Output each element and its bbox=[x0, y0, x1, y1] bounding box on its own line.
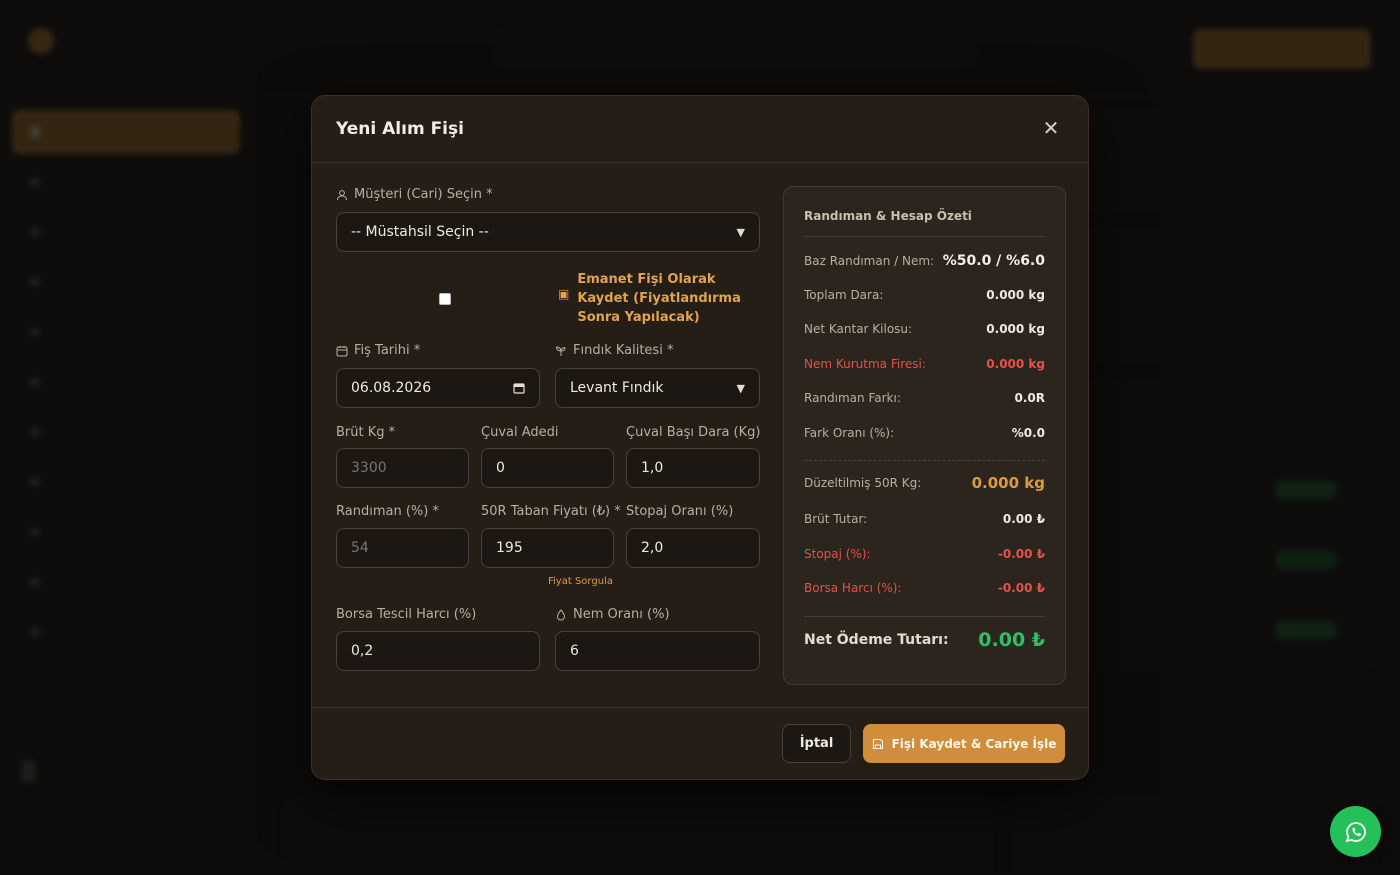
divider bbox=[804, 616, 1045, 617]
quality-label-text: Fındık Kalitesi * bbox=[573, 343, 674, 358]
summary-row-yield-diff: Randıman Farkı: 0.0R bbox=[804, 391, 1045, 405]
summary-label: Düzeltilmiş 50R Kg: bbox=[804, 476, 922, 490]
new-receipt-modal: Yeni Alım Fişi ✕ Müşteri (Cari) Seçin * … bbox=[311, 95, 1089, 780]
summary-row-total-tare: Toplam Dara: 0.000 kg bbox=[804, 288, 1045, 302]
close-icon[interactable]: ✕ bbox=[1038, 116, 1064, 142]
exchange-fee-input[interactable] bbox=[336, 631, 540, 671]
save-button-label: Fişi Kaydet & Cariye İşle bbox=[891, 736, 1057, 751]
moisture-input[interactable] bbox=[555, 631, 760, 671]
withholding-label: Stopaj Oranı (%) bbox=[626, 504, 734, 519]
emanet-option[interactable]: ▣ Emanet Fişi Olarak Kaydet (Fiyatlandır… bbox=[558, 270, 743, 327]
save-icon bbox=[872, 738, 883, 749]
yield-label: Randıman (%) * bbox=[336, 504, 439, 519]
summary-value: -0.00 ₺ bbox=[997, 581, 1045, 595]
summary-label: Net Kantar Kilosu: bbox=[804, 322, 913, 336]
date-input[interactable]: 06.08.2026 bbox=[336, 368, 540, 408]
summary-value: %50.0 / %6.0 bbox=[942, 253, 1045, 269]
summary-label: Randıman Farkı: bbox=[804, 391, 901, 405]
withholding-input[interactable] bbox=[626, 528, 760, 568]
summary-label: Toplam Dara: bbox=[804, 288, 884, 302]
summary-label: Net Ödeme Tutarı: bbox=[804, 632, 949, 648]
calendar-icon bbox=[336, 345, 348, 356]
whatsapp-icon bbox=[1345, 821, 1366, 842]
summary-label: Fark Oranı (%): bbox=[804, 426, 895, 440]
summary-row-gross-amount: Brüt Tutar: 0.00 ₺ bbox=[804, 512, 1045, 526]
summary-title: Randıman & Hesap Özeti bbox=[804, 209, 972, 223]
user-icon bbox=[337, 189, 347, 200]
customer-select-value: -- Müstahsil Seçin -- bbox=[351, 224, 489, 240]
base-price-input[interactable] bbox=[481, 528, 614, 568]
summary-row-exchange-fee: Borsa Harcı (%): -0.00 ₺ bbox=[804, 581, 1045, 595]
divider bbox=[804, 236, 1045, 237]
chevron-down-icon: ▼ bbox=[736, 381, 745, 395]
sprout-icon bbox=[555, 345, 566, 356]
summary-label: Nem Kurutma Firesi: bbox=[804, 357, 926, 371]
summary-value: -0.00 ₺ bbox=[997, 547, 1045, 561]
tare-label: Çuval Başı Dara (Kg) bbox=[626, 425, 761, 440]
droplet-icon bbox=[556, 608, 566, 620]
summary-value: 0.000 kg bbox=[986, 357, 1045, 371]
calendar-picker-icon[interactable] bbox=[513, 382, 525, 394]
quality-select-value: Levant Fındık bbox=[570, 380, 664, 396]
emanet-checkbox[interactable] bbox=[439, 293, 451, 305]
net-payment-value: 0.00 ₺ bbox=[978, 629, 1045, 651]
summary-row-withholding: Stopaj (%): -0.00 ₺ bbox=[804, 547, 1045, 561]
tare-input[interactable] bbox=[626, 448, 760, 488]
date-value: 06.08.2026 bbox=[351, 380, 432, 396]
summary-row-diff-ratio: Fark Oranı (%): %0.0 bbox=[804, 426, 1045, 440]
date-label-text: Fiş Tarihi * bbox=[354, 343, 421, 358]
cancel-button[interactable]: İptal bbox=[782, 724, 851, 763]
summary-row-base-yield: Baz Randıman / Nem: %50.0 / %6.0 bbox=[804, 253, 1045, 269]
moisture-label: Nem Oranı (%) bbox=[555, 607, 670, 622]
date-label: Fiş Tarihi * bbox=[336, 343, 420, 358]
summary-value: 0.0R bbox=[1014, 391, 1046, 405]
divider bbox=[804, 460, 1045, 461]
summary-value: 0.000 kg bbox=[986, 288, 1045, 302]
gross-kg-label: Brüt Kg * bbox=[336, 425, 396, 440]
archive-icon: ▣ bbox=[558, 287, 570, 301]
sack-count-label: Çuval Adedi bbox=[481, 425, 559, 440]
emanet-label: Emanet Fişi Olarak Kaydet (Fiyatlandırma… bbox=[577, 272, 741, 325]
quality-select[interactable]: Levant Fındık ▼ bbox=[555, 368, 760, 408]
price-query-link[interactable]: Fiyat Sorgula bbox=[548, 576, 613, 587]
customer-label-text: Müşteri (Cari) Seçin * bbox=[354, 187, 493, 202]
base-price-label: 50R Taban Fiyatı (₺) * bbox=[481, 504, 621, 519]
moisture-label-text: Nem Oranı (%) bbox=[573, 607, 670, 622]
modal-title: Yeni Alım Fişi bbox=[336, 119, 464, 139]
summary-label: Brüt Tutar: bbox=[804, 512, 868, 526]
customer-label: Müşteri (Cari) Seçin * bbox=[336, 187, 493, 202]
summary-value: %0.0 bbox=[1011, 426, 1045, 440]
quality-label: Fındık Kalitesi * bbox=[555, 343, 673, 358]
summary-panel: Randıman & Hesap Özeti Baz Randıman / Ne… bbox=[783, 186, 1066, 685]
summary-value: 0.000 kg bbox=[986, 322, 1045, 336]
modal-header: Yeni Alım Fişi ✕ bbox=[312, 96, 1088, 163]
whatsapp-button[interactable] bbox=[1330, 806, 1381, 857]
summary-row-net-payment: Net Ödeme Tutarı: 0.00 ₺ bbox=[804, 629, 1045, 651]
exchange-fee-label: Borsa Tescil Harcı (%) bbox=[336, 607, 477, 622]
chevron-down-icon: ▼ bbox=[736, 225, 745, 239]
modal-footer: İptal Fişi Kaydet & Cariye İşle bbox=[312, 707, 1088, 779]
gross-kg-input[interactable] bbox=[336, 448, 469, 488]
customer-select[interactable]: -- Müstahsil Seçin -- ▼ bbox=[336, 212, 760, 252]
summary-row-drying-loss: Nem Kurutma Firesi: 0.000 kg bbox=[804, 357, 1045, 371]
summary-label: Borsa Harcı (%): bbox=[804, 581, 902, 595]
summary-row-net-weight: Net Kantar Kilosu: 0.000 kg bbox=[804, 322, 1045, 336]
summary-label: Stopaj (%): bbox=[804, 547, 871, 561]
save-button[interactable]: Fişi Kaydet & Cariye İşle bbox=[863, 724, 1065, 763]
summary-value: 0.00 ₺ bbox=[1002, 512, 1045, 526]
summary-row-adjusted-kg: Düzeltilmiş 50R Kg: 0.000 kg bbox=[804, 474, 1045, 492]
summary-value: 0.000 kg bbox=[971, 474, 1045, 492]
sack-count-input[interactable] bbox=[481, 448, 614, 488]
summary-label: Baz Randıman / Nem: bbox=[804, 254, 935, 268]
yield-input[interactable] bbox=[336, 528, 469, 568]
